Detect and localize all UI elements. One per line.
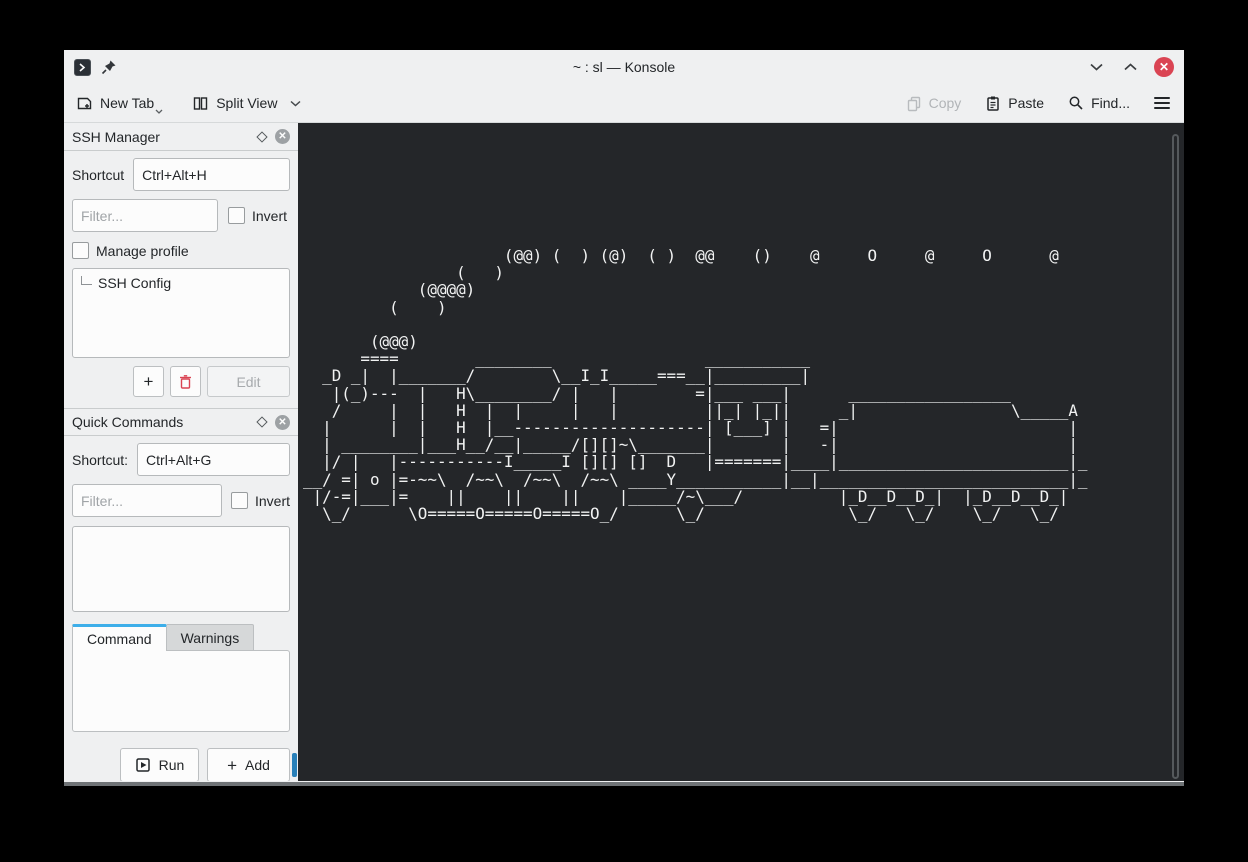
window-title: ~ : sl — Konsole [64,59,1184,75]
qc-command-list[interactable] [72,526,290,612]
manage-profile-label: Manage profile [96,243,189,259]
float-panel-icon[interactable] [256,131,267,142]
tree-branch-icon [81,276,92,285]
float-panel-icon[interactable] [256,416,267,427]
list-item[interactable]: SSH Config [73,269,289,291]
sidebar-resize-handle[interactable] [292,753,297,777]
terminal-output: (@@) ( ) (@) ( ) @@ () @ O @ O @ ( ) (@@… [303,247,1097,522]
find-button[interactable]: Find... [1068,95,1130,111]
split-view-button[interactable]: Split View [192,95,301,112]
run-label: Run [159,757,185,773]
maximize-button[interactable] [1120,57,1140,77]
new-tab-icon [76,95,93,112]
pin-icon[interactable] [101,59,117,75]
konsole-app-icon[interactable] [74,59,91,76]
ssh-manager-header[interactable]: SSH Manager ✕ [64,123,298,151]
split-view-chevron-down-icon[interactable] [290,100,301,107]
titlebar[interactable]: ~ : sl — Konsole ✕ [64,50,1184,84]
find-label: Find... [1091,95,1130,111]
terminal-area[interactable]: (@@) ( ) (@) ( ) @@ () @ O @ O @ ( ) (@@… [298,123,1184,781]
ssh-filter-input[interactable] [72,199,218,232]
qc-invert-checkbox[interactable] [231,492,248,509]
plus-icon: + [144,373,154,390]
qc-tabbar: Command Warnings [72,624,290,651]
paste-label: Paste [1008,95,1044,111]
shortcut-label: Shortcut: [72,452,128,468]
add-command-button[interactable]: + Add [207,748,290,781]
plus-icon: + [227,757,237,774]
trash-icon [178,374,193,390]
tab-command[interactable]: Command [72,624,167,651]
close-panel-icon[interactable]: ✕ [275,415,290,430]
split-view-label: Split View [216,95,277,111]
close-icon[interactable]: ✕ [1154,57,1174,77]
tab-warnings[interactable]: Warnings [167,624,255,651]
konsole-window: ~ : sl — Konsole ✕ New Tab [64,50,1184,786]
qc-invert-label: Invert [255,493,290,509]
manage-profile-checkbox[interactable] [72,242,89,259]
search-icon [1068,95,1084,111]
ssh-manager-title: SSH Manager [72,129,160,145]
quick-commands-panel: Quick Commands ✕ Shortcut: Invert [64,408,298,781]
quick-commands-title: Quick Commands [72,414,183,430]
run-button[interactable]: Run [120,748,199,781]
ssh-invert-label: Invert [252,208,287,224]
edit-ssh-button[interactable]: Edit [207,366,290,397]
new-tab-button[interactable]: New Tab [76,95,154,112]
copy-label: Copy [929,95,962,111]
ssh-manager-panel: SSH Manager ✕ Shortcut Invert [64,123,298,404]
split-view-icon [192,95,209,112]
qc-filter-input[interactable] [72,484,222,517]
minimize-button[interactable] [1086,57,1106,77]
quick-commands-header[interactable]: Quick Commands ✕ [64,408,298,436]
paste-button[interactable]: Paste [985,95,1044,112]
new-tab-dropdown-arrow-icon[interactable] [155,109,163,114]
sidebar: SSH Manager ✕ Shortcut Invert [64,123,298,781]
delete-ssh-button[interactable] [170,366,201,397]
terminal-scrollbar[interactable] [1172,134,1179,779]
add-ssh-button[interactable]: + [133,366,164,397]
qc-shortcut-field[interactable] [137,443,290,476]
close-panel-icon[interactable]: ✕ [275,129,290,144]
add-label: Add [245,757,270,773]
qc-command-editor[interactable] [72,650,290,732]
ssh-shortcut-field[interactable] [133,158,290,191]
shortcut-label: Shortcut [72,167,124,183]
paste-icon [985,95,1001,112]
hamburger-menu-icon[interactable] [1154,97,1170,109]
run-icon [135,757,151,773]
new-tab-label: New Tab [100,95,154,111]
ssh-config-list[interactable]: SSH Config [72,268,290,358]
ssh-config-label: SSH Config [98,275,171,291]
toolbar: New Tab Split View Copy [64,84,1184,123]
copy-button[interactable]: Copy [906,95,962,112]
copy-icon [906,95,922,112]
ssh-invert-checkbox[interactable] [228,207,245,224]
